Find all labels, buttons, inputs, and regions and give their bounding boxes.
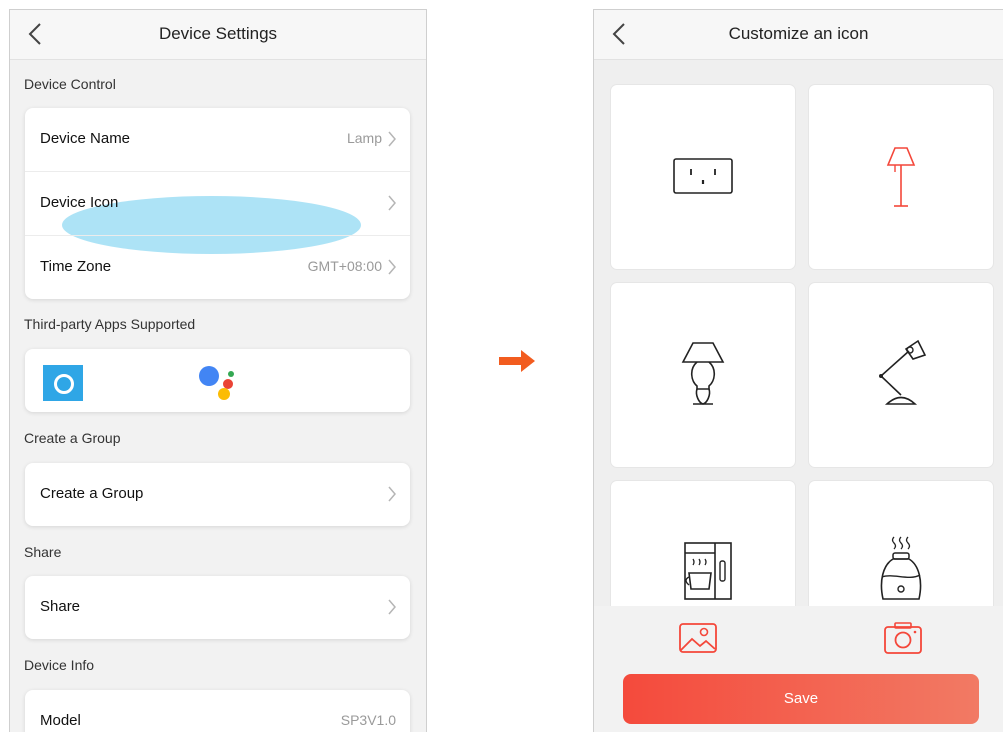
model-label: Model — [40, 712, 81, 729]
chevron-right-icon — [388, 195, 396, 211]
page-title: Device Settings — [158, 24, 278, 43]
chevron-right-icon — [388, 131, 396, 147]
time-zone-label: Time Zone — [40, 258, 112, 275]
model-value: SP3V1.0 — [340, 712, 396, 728]
chevron-right-icon — [388, 599, 396, 615]
amazon-alexa-icon[interactable] — [43, 365, 83, 401]
section-third-party: Third-party Apps Supported — [24, 316, 196, 332]
customize-icon-screen: Customize an icon Save — [593, 9, 1003, 732]
time-zone-row[interactable]: Time Zone GMT+08:00 — [25, 235, 410, 299]
model-row: Model SP3V1.0 — [25, 690, 410, 732]
device-icon-row[interactable]: Device Icon — [25, 171, 410, 254]
save-button[interactable]: Save — [623, 674, 979, 724]
table-lamp-icon-tile[interactable] — [611, 283, 795, 467]
google-assistant-icon[interactable] — [197, 363, 247, 403]
chevron-right-icon — [388, 259, 396, 275]
outlet-icon — [673, 158, 733, 194]
device-control-card: Device Name Lamp Device Icon Time Zone G… — [25, 108, 410, 299]
floor-lamp-icon — [886, 147, 916, 207]
time-zone-value: GMT+08:00 — [307, 258, 382, 274]
outlet-icon-tile[interactable] — [611, 85, 795, 269]
page-title: Customize an icon — [728, 24, 869, 43]
create-group-label: Create a Group — [40, 485, 144, 502]
section-create-group: Create a Group — [24, 430, 121, 446]
third-party-apps-card — [25, 349, 410, 412]
navbar: Customize an icon — [594, 10, 1003, 60]
device-name-row[interactable]: Device Name Lamp — [25, 108, 410, 171]
device-settings-screen: Device Settings Device Control Device Na… — [9, 9, 427, 732]
create-group-card: Create a Group — [25, 463, 410, 526]
table-lamp-icon — [681, 342, 725, 405]
section-share: Share — [24, 544, 62, 560]
chevron-right-icon — [388, 486, 396, 502]
image-gallery-icon[interactable] — [676, 621, 720, 655]
camera-icon[interactable] — [881, 621, 925, 655]
desk-lamp-icon-tile[interactable] — [809, 283, 993, 467]
share-label: Share — [40, 598, 81, 615]
section-device-info: Device Info — [24, 657, 95, 673]
share-card: Share — [25, 576, 410, 639]
floor-lamp-icon-tile[interactable] — [809, 85, 993, 269]
create-group-row[interactable]: Create a Group — [25, 463, 410, 526]
navbar: Device Settings — [10, 10, 426, 60]
device-name-label: Device Name — [40, 130, 131, 147]
desk-lamp-icon — [879, 339, 927, 405]
section-device-control: Device Control — [24, 76, 116, 92]
device-name-value: Lamp — [346, 130, 382, 146]
device-info-card: Model SP3V1.0 — [25, 690, 410, 732]
right-arrow-icon — [499, 350, 535, 372]
device-icon-label: Device Icon — [40, 194, 119, 211]
share-row[interactable]: Share — [25, 576, 410, 639]
